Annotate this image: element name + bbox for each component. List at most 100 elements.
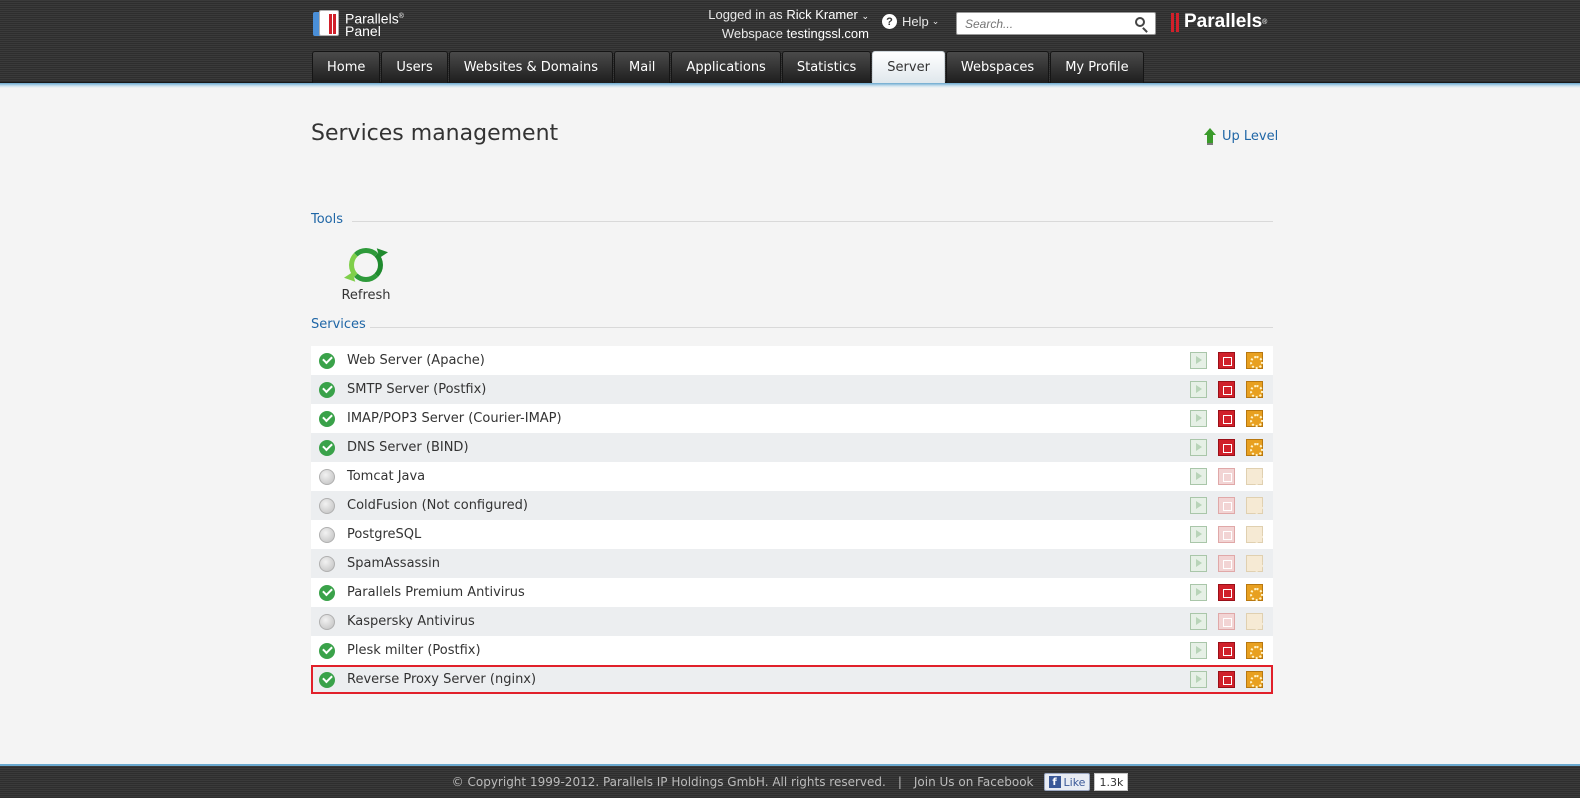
service-actions xyxy=(1179,352,1263,369)
stop-service-icon[interactable] xyxy=(1218,671,1235,688)
restart-service-icon[interactable] xyxy=(1246,613,1263,630)
restart-service-icon[interactable] xyxy=(1246,497,1263,514)
start-service-icon[interactable] xyxy=(1190,381,1207,398)
service-row: SMTP Server (Postfix) xyxy=(311,375,1273,404)
service-row: PostgreSQL xyxy=(311,520,1273,549)
service-actions xyxy=(1179,584,1263,601)
stop-service-icon[interactable] xyxy=(1218,642,1235,659)
services-section-title: Services xyxy=(311,317,366,332)
webspace-value[interactable]: testingssl.com xyxy=(787,26,869,41)
start-service-icon[interactable] xyxy=(1190,584,1207,601)
help-menu[interactable]: ? Help ⌄ xyxy=(882,14,939,29)
tab-server[interactable]: Server xyxy=(872,51,945,83)
logged-in-label: Logged in as xyxy=(708,7,783,22)
tab-users[interactable]: Users xyxy=(381,51,448,83)
footer-separator: | xyxy=(897,775,902,789)
service-row: SpamAssassin xyxy=(311,549,1273,578)
restart-service-icon[interactable] xyxy=(1246,468,1263,485)
status-stopped-icon xyxy=(319,555,335,572)
tab-applications[interactable]: Applications xyxy=(671,51,781,83)
panel-logo-icon xyxy=(311,10,341,38)
service-row: Parallels Premium Antivirus xyxy=(311,578,1273,607)
refresh-icon xyxy=(349,248,383,282)
search-icon[interactable] xyxy=(1135,17,1145,27)
start-service-icon[interactable] xyxy=(1190,555,1207,572)
up-level-link[interactable]: Up Level xyxy=(1203,128,1278,145)
status-running-icon xyxy=(319,671,335,688)
service-actions xyxy=(1179,410,1263,427)
stop-service-icon[interactable] xyxy=(1218,584,1235,601)
service-name: Plesk milter (Postfix) xyxy=(347,643,481,658)
service-actions xyxy=(1179,671,1263,688)
stop-service-icon[interactable] xyxy=(1218,410,1235,427)
stop-service-icon[interactable] xyxy=(1218,555,1235,572)
footer: © Copyright 1999-2012. Parallels IP Hold… xyxy=(0,764,1580,798)
stop-service-icon[interactable] xyxy=(1218,352,1235,369)
logo-text: Parallels® Panel xyxy=(345,10,404,40)
restart-service-icon[interactable] xyxy=(1246,642,1263,659)
restart-service-icon[interactable] xyxy=(1246,439,1263,456)
facebook-like-widget: f Like 1.3k xyxy=(1043,773,1129,791)
facebook-like-button[interactable]: f Like xyxy=(1043,773,1091,791)
restart-service-icon[interactable] xyxy=(1246,671,1263,688)
restart-service-icon[interactable] xyxy=(1246,410,1263,427)
parallels-panel-logo[interactable]: Parallels® Panel xyxy=(311,9,404,39)
service-actions xyxy=(1179,381,1263,398)
start-service-icon[interactable] xyxy=(1190,468,1207,485)
tab-home[interactable]: Home xyxy=(312,51,381,83)
status-running-icon xyxy=(319,584,335,601)
restart-service-icon[interactable] xyxy=(1246,381,1263,398)
restart-service-icon[interactable] xyxy=(1246,352,1263,369)
stop-service-icon[interactable] xyxy=(1218,439,1235,456)
stop-service-icon[interactable] xyxy=(1218,381,1235,398)
restart-service-icon[interactable] xyxy=(1246,555,1263,572)
service-name: Tomcat Java xyxy=(347,469,426,484)
service-row: Kaspersky Antivirus xyxy=(311,607,1273,636)
chevron-down-icon: ⌄ xyxy=(861,11,869,21)
status-running-icon xyxy=(319,642,335,659)
stop-service-icon[interactable] xyxy=(1218,497,1235,514)
service-row: Reverse Proxy Server (nginx) xyxy=(311,665,1273,694)
service-actions xyxy=(1179,613,1263,630)
tab-statistics[interactable]: Statistics xyxy=(781,51,872,83)
like-count: 1.3k xyxy=(1094,773,1129,791)
service-row: Plesk milter (Postfix) xyxy=(311,636,1273,665)
brand-bars-icon xyxy=(1171,12,1181,32)
refresh-label: Refresh xyxy=(341,288,391,303)
refresh-button[interactable]: Refresh xyxy=(340,248,392,303)
start-service-icon[interactable] xyxy=(1190,439,1207,456)
up-arrow-icon xyxy=(1203,128,1217,145)
copyright-text: © Copyright 1999-2012. Parallels IP Hold… xyxy=(451,775,886,789)
chevron-down-icon: ⌄ xyxy=(931,16,940,26)
tab-webspaces[interactable]: Webspaces xyxy=(945,51,1050,83)
stop-service-icon[interactable] xyxy=(1218,613,1235,630)
start-service-icon[interactable] xyxy=(1190,671,1207,688)
user-menu[interactable]: Rick Kramer ⌄ xyxy=(786,7,869,22)
services-divider xyxy=(370,327,1273,328)
service-actions xyxy=(1179,468,1263,485)
facebook-link[interactable]: Join Us on Facebook xyxy=(914,775,1034,789)
service-name: SMTP Server (Postfix) xyxy=(347,382,487,397)
tab-mail[interactable]: Mail xyxy=(614,51,671,83)
top-header: Parallels® Panel Logged in as Rick Krame… xyxy=(0,0,1580,83)
facebook-icon: f xyxy=(1048,776,1061,788)
tab-my-profile[interactable]: My Profile xyxy=(1050,51,1144,83)
restart-service-icon[interactable] xyxy=(1246,526,1263,543)
start-service-icon[interactable] xyxy=(1190,410,1207,427)
search-box xyxy=(956,12,1156,35)
tab-websites-domains[interactable]: Websites & Domains xyxy=(448,51,614,83)
service-actions xyxy=(1179,642,1263,659)
start-service-icon[interactable] xyxy=(1190,526,1207,543)
restart-service-icon[interactable] xyxy=(1246,584,1263,601)
start-service-icon[interactable] xyxy=(1190,642,1207,659)
start-service-icon[interactable] xyxy=(1190,497,1207,514)
stop-service-icon[interactable] xyxy=(1218,526,1235,543)
start-service-icon[interactable] xyxy=(1190,613,1207,630)
service-actions xyxy=(1179,526,1263,543)
service-name: Web Server (Apache) xyxy=(347,353,485,368)
start-service-icon[interactable] xyxy=(1190,352,1207,369)
stop-service-icon[interactable] xyxy=(1218,468,1235,485)
search-input[interactable] xyxy=(957,13,1127,34)
service-row: ColdFusion (Not configured) xyxy=(311,491,1273,520)
service-actions xyxy=(1179,439,1263,456)
